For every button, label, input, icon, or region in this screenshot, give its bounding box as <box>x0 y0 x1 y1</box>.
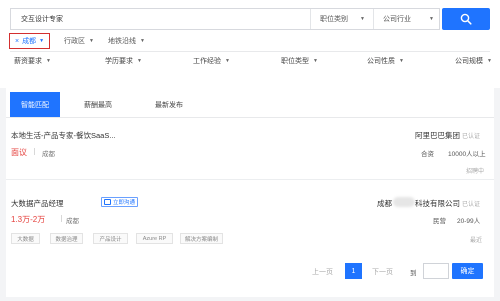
job-category-label: 职位类别 <box>320 16 348 23</box>
salary-filter[interactable]: 薪资要求 ▼ <box>14 56 51 66</box>
company-name[interactable]: 阿里巴巴集团 <box>415 130 460 141</box>
job-type-filter[interactable]: 职位类型 ▼ <box>281 56 318 66</box>
chevron-down-icon: ▼ <box>487 58 492 64</box>
company-nature-filter-label: 公司性质 <box>367 58 395 65</box>
search-bar: 职位类别 ▼ 公司行业 ▼ <box>10 8 440 30</box>
confirm-button[interactable]: 确定 <box>452 263 483 279</box>
skill-tag: 数据治理 <box>50 233 83 244</box>
chevron-down-icon: ▼ <box>137 58 142 64</box>
subway-label: 地铁沿线 <box>108 38 136 45</box>
criteria-row: 薪资要求 ▼ 学历要求 ▼ 工作经验 ▼ 职位类型 ▼ 公司性质 ▼ 公司规模 ▼ <box>0 53 500 69</box>
job-location: 成都 <box>42 151 55 158</box>
job-type-filter-label: 职位类型 <box>281 58 309 65</box>
tab-latest[interactable]: 最新发布 <box>134 92 204 117</box>
chat-icon <box>104 199 111 205</box>
industry-select[interactable]: 公司行业 ▼ <box>373 9 441 29</box>
district-select[interactable]: 行政区 ▼ <box>64 36 94 46</box>
page-jump-input[interactable] <box>423 263 449 279</box>
divider <box>34 148 35 155</box>
company-type: 民营 <box>433 218 446 225</box>
city-tag[interactable]: × 成都 ▼ <box>9 33 50 49</box>
close-icon[interactable]: × <box>15 38 19 45</box>
education-filter[interactable]: 学历要求 ▼ <box>105 56 142 66</box>
experience-filter-label: 工作经验 <box>193 58 221 65</box>
verified-badge: 已认证 <box>462 202 481 208</box>
redaction-blur <box>393 197 415 207</box>
goto-label: 到 <box>410 270 417 277</box>
chevron-down-icon: ▼ <box>360 16 365 22</box>
company-size: 10000人以上 <box>448 151 486 158</box>
verified-badge: 已认证 <box>462 134 481 140</box>
divider <box>6 117 494 118</box>
chevron-down-icon: ▼ <box>429 16 434 22</box>
company-nature-filter[interactable]: 公司性质 ▼ <box>367 56 404 66</box>
chat-now-button[interactable]: 立即沟通 <box>101 197 139 207</box>
divider <box>61 215 62 222</box>
job-title[interactable]: 大数据产品经理 <box>11 198 64 209</box>
search-input[interactable] <box>11 9 299 29</box>
search-icon <box>460 13 472 25</box>
chevron-down-icon: ▼ <box>140 38 145 44</box>
search-area: 职位类别 ▼ 公司行业 ▼ × 成都 ▼ 行政区 ▼ 地铁沿线 ▼ 薪资要求 ▼ <box>0 0 500 88</box>
job-category-select[interactable]: 职位类别 ▼ <box>310 9 372 29</box>
company-size-filter[interactable]: 公司规模 ▼ <box>455 56 492 66</box>
chevron-down-icon: ▼ <box>89 38 94 44</box>
next-page-button[interactable]: 下一页 <box>372 267 393 277</box>
job-list-panel: 智能匹配 薪酬最高 最新发布 本地生活-产品专家-餐饮SaaS... 面议 成都… <box>6 87 494 297</box>
skill-tag: 解决方案编制 <box>180 233 223 244</box>
chevron-down-icon: ▼ <box>225 58 230 64</box>
tab-highest-salary[interactable]: 薪酬最高 <box>70 92 126 117</box>
district-label: 行政区 <box>64 38 85 45</box>
chevron-down-icon: ▼ <box>313 58 318 64</box>
experience-filter[interactable]: 工作经验 ▼ <box>193 56 230 66</box>
search-button[interactable] <box>442 8 490 30</box>
company-name-prefix[interactable]: 成都 <box>377 198 392 209</box>
industry-label: 公司行业 <box>383 16 411 23</box>
chevron-down-icon: ▼ <box>399 58 404 64</box>
company-size-filter-label: 公司规模 <box>455 58 483 65</box>
chevron-down-icon: ▼ <box>46 58 51 64</box>
job-status: 招聘中 <box>466 169 485 175</box>
salary-filter-label: 薪资要求 <box>14 58 42 65</box>
education-filter-label: 学历要求 <box>105 58 133 65</box>
skill-tag: Azure RP <box>136 233 173 244</box>
tab-smart-match[interactable]: 智能匹配 <box>10 92 60 117</box>
city-tag-label: 成都 <box>22 38 37 45</box>
divider <box>6 179 494 180</box>
chevron-down-icon: ▼ <box>39 38 45 44</box>
page-number-current[interactable]: 1 <box>345 263 362 279</box>
job-salary: 面议 <box>11 148 27 157</box>
chat-now-label: 立即沟通 <box>113 200 136 206</box>
skill-tag: 产品设计 <box>93 233 128 244</box>
company-size: 20-99人 <box>457 218 481 225</box>
job-location: 成都 <box>66 218 79 225</box>
skill-tag: 大数据 <box>11 233 40 244</box>
company-type: 合资 <box>421 151 434 158</box>
job-status: 最近 <box>470 238 483 244</box>
prev-page-button[interactable]: 上一页 <box>312 267 333 277</box>
company-name-suffix[interactable]: 科技有限公司 <box>415 198 460 209</box>
job-salary: 1.3万-2万 <box>11 215 46 224</box>
job-title[interactable]: 本地生活-产品专家-餐饮SaaS... <box>11 130 116 141</box>
location-filter-row: × 成都 ▼ 行政区 ▼ 地铁沿线 ▼ <box>0 31 500 51</box>
subway-select[interactable]: 地铁沿线 ▼ <box>108 36 145 46</box>
divider <box>10 51 490 52</box>
